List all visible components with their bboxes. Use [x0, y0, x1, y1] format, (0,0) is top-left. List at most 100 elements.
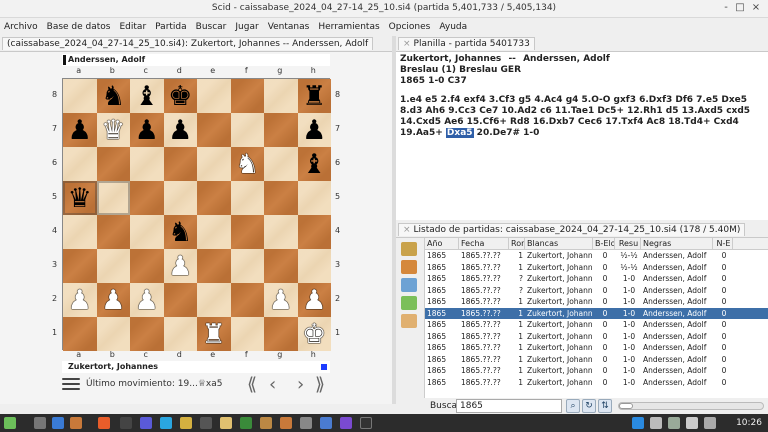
square-d1[interactable] [163, 317, 197, 351]
square-g4[interactable] [264, 215, 298, 249]
search-input[interactable]: 1865 [456, 399, 562, 413]
square-c4[interactable] [130, 215, 164, 249]
square-g3[interactable] [264, 249, 298, 283]
white-pawn-icon[interactable]: ♟ [68, 287, 92, 314]
square-g2[interactable]: ♟ [264, 283, 298, 317]
maximize-icon[interactable]: □ [734, 2, 746, 13]
filter-icon[interactable]: ⇅ [598, 399, 612, 413]
white-pawn-icon[interactable]: ♟ [168, 253, 192, 280]
table-row[interactable]: 1865 1865.??.??? Zukertort, Johanne 0 1-0 And… [425, 273, 768, 285]
col-result[interactable]: Resu [615, 238, 641, 249]
search-icon[interactable] [401, 260, 417, 274]
table-row[interactable]: 1865 1865.??.?? 1 Zukertort, Johanne 0 1-0 And… [425, 377, 768, 389]
square-e1[interactable]: ♜ [197, 317, 231, 351]
bluetooth-icon[interactable] [632, 417, 644, 429]
square-a2[interactable]: ♟ [63, 283, 97, 317]
square-c2[interactable]: ♟ [130, 283, 164, 317]
menu-jugar[interactable]: Jugar [235, 22, 258, 32]
table-row[interactable]: 1865 1865.??.?? 1 Zukertort, Johanne 0 1-0 And… [425, 331, 768, 343]
app-icon[interactable] [240, 417, 252, 429]
list-scroll-slider[interactable] [618, 402, 764, 410]
menu-hamburger-icon[interactable] [62, 378, 80, 392]
square-c1[interactable] [130, 317, 164, 351]
black-pawn-icon[interactable]: ♟ [135, 117, 159, 144]
square-a4[interactable] [63, 215, 97, 249]
prev-move-button[interactable]: ‹ [269, 376, 276, 394]
board-tab[interactable]: (caissabase_2024_04_27-14_25_10.si4): Zu… [2, 37, 374, 50]
square-b1[interactable] [96, 317, 130, 351]
white-pawn-icon[interactable]: ♟ [101, 287, 125, 314]
col-black-elo[interactable]: N-E [713, 238, 733, 249]
next-move-button[interactable]: › [297, 376, 304, 394]
menu-opciones[interactable]: Opciones [389, 22, 431, 32]
start-menu-icon[interactable] [4, 417, 16, 429]
app-icon[interactable] [300, 417, 312, 429]
menu-ayuda[interactable]: Ayuda [439, 22, 467, 32]
square-b8[interactable]: ♞ [96, 79, 130, 113]
col-black[interactable]: Negras [641, 238, 713, 249]
square-c3[interactable] [130, 249, 164, 283]
col-white[interactable]: Blancas [525, 238, 593, 249]
square-e6[interactable] [197, 147, 231, 181]
app-icon[interactable] [320, 417, 332, 429]
square-h1[interactable]: ♚ [297, 317, 331, 351]
move-list[interactable]: 1.e4 e5 2.f4 exf4 3.Cf3 g5 4.Ac4 g4 5.O-… [400, 95, 764, 139]
app-icon[interactable] [52, 417, 64, 429]
white-queen-icon[interactable]: ♛ [101, 117, 125, 144]
board-icon[interactable] [401, 314, 417, 328]
square-a5[interactable]: ♛ [63, 181, 97, 215]
square-d8[interactable]: ♚ [163, 79, 197, 113]
app-icon[interactable] [260, 417, 272, 429]
square-a7[interactable]: ♟ [63, 113, 97, 147]
square-h8[interactable]: ♜ [297, 79, 331, 113]
square-d4[interactable]: ♞ [163, 215, 197, 249]
square-a3[interactable] [63, 249, 97, 283]
app-icon[interactable] [140, 417, 152, 429]
table-row[interactable]: 1865 1865.??.?? 1 Zukertort, Johanne 0 1-0 And… [425, 365, 768, 377]
black-queen-icon[interactable]: ♛ [68, 185, 92, 212]
notation-tab[interactable]: × Planilla - partida 5401733 [398, 37, 535, 50]
square-d2[interactable] [163, 283, 197, 317]
square-c8[interactable]: ♝ [130, 79, 164, 113]
square-h7[interactable]: ♟ [297, 113, 331, 147]
telegram-icon[interactable] [160, 417, 172, 429]
square-e3[interactable] [197, 249, 231, 283]
table-row[interactable]: 1865 1865.??.?? 1 Zukertort, Johanne 0 1-0 And… [425, 307, 768, 319]
black-bishop-icon[interactable]: ♝ [302, 151, 326, 178]
black-knight-icon[interactable]: ♞ [168, 219, 192, 246]
square-g1[interactable] [264, 317, 298, 351]
square-f4[interactable] [230, 215, 264, 249]
black-pawn-icon[interactable]: ♟ [68, 117, 92, 144]
browser-icon[interactable] [98, 417, 110, 429]
white-pawn-icon[interactable]: ♟ [302, 287, 326, 314]
notes-icon[interactable] [220, 417, 232, 429]
square-h6[interactable]: ♝ [297, 147, 331, 181]
layout-icon[interactable] [401, 278, 417, 292]
square-f1[interactable] [230, 317, 264, 351]
col-date[interactable]: Fecha [459, 238, 509, 249]
white-king-icon[interactable]: ♚ [302, 321, 326, 348]
black-pawn-icon[interactable]: ♟ [168, 117, 192, 144]
col-year[interactable]: Año [425, 238, 459, 249]
black-knight-icon[interactable]: ♞ [101, 83, 125, 110]
first-move-button[interactable]: ⟪ [247, 376, 257, 394]
search-go-icon[interactable]: ⌕ [566, 399, 580, 413]
col-round[interactable]: Ron [509, 238, 525, 249]
black-pawn-icon[interactable]: ♟ [302, 117, 326, 144]
gamelist-tab[interactable]: × Listado de partidas: caissabase_2024_04… [398, 223, 746, 236]
square-h5[interactable] [297, 181, 331, 215]
network-icon[interactable] [650, 417, 662, 429]
menu-archivo[interactable]: Archivo [4, 22, 38, 32]
app-icon[interactable] [340, 417, 352, 429]
menu-ventanas[interactable]: Ventanas [268, 22, 310, 32]
table-row[interactable]: 1865 1865.??.?? 1 Zukertort, Johanne 0 1-0 And… [425, 296, 768, 308]
database-icon[interactable] [401, 242, 417, 256]
square-g6[interactable] [264, 147, 298, 181]
square-b5[interactable] [96, 181, 130, 215]
white-knight-icon[interactable]: ♞ [235, 151, 259, 178]
square-b3[interactable] [96, 249, 130, 283]
square-a6[interactable] [63, 147, 97, 181]
square-b4[interactable] [96, 215, 130, 249]
square-a8[interactable] [63, 79, 97, 113]
black-bishop-icon[interactable]: ♝ [135, 83, 159, 110]
